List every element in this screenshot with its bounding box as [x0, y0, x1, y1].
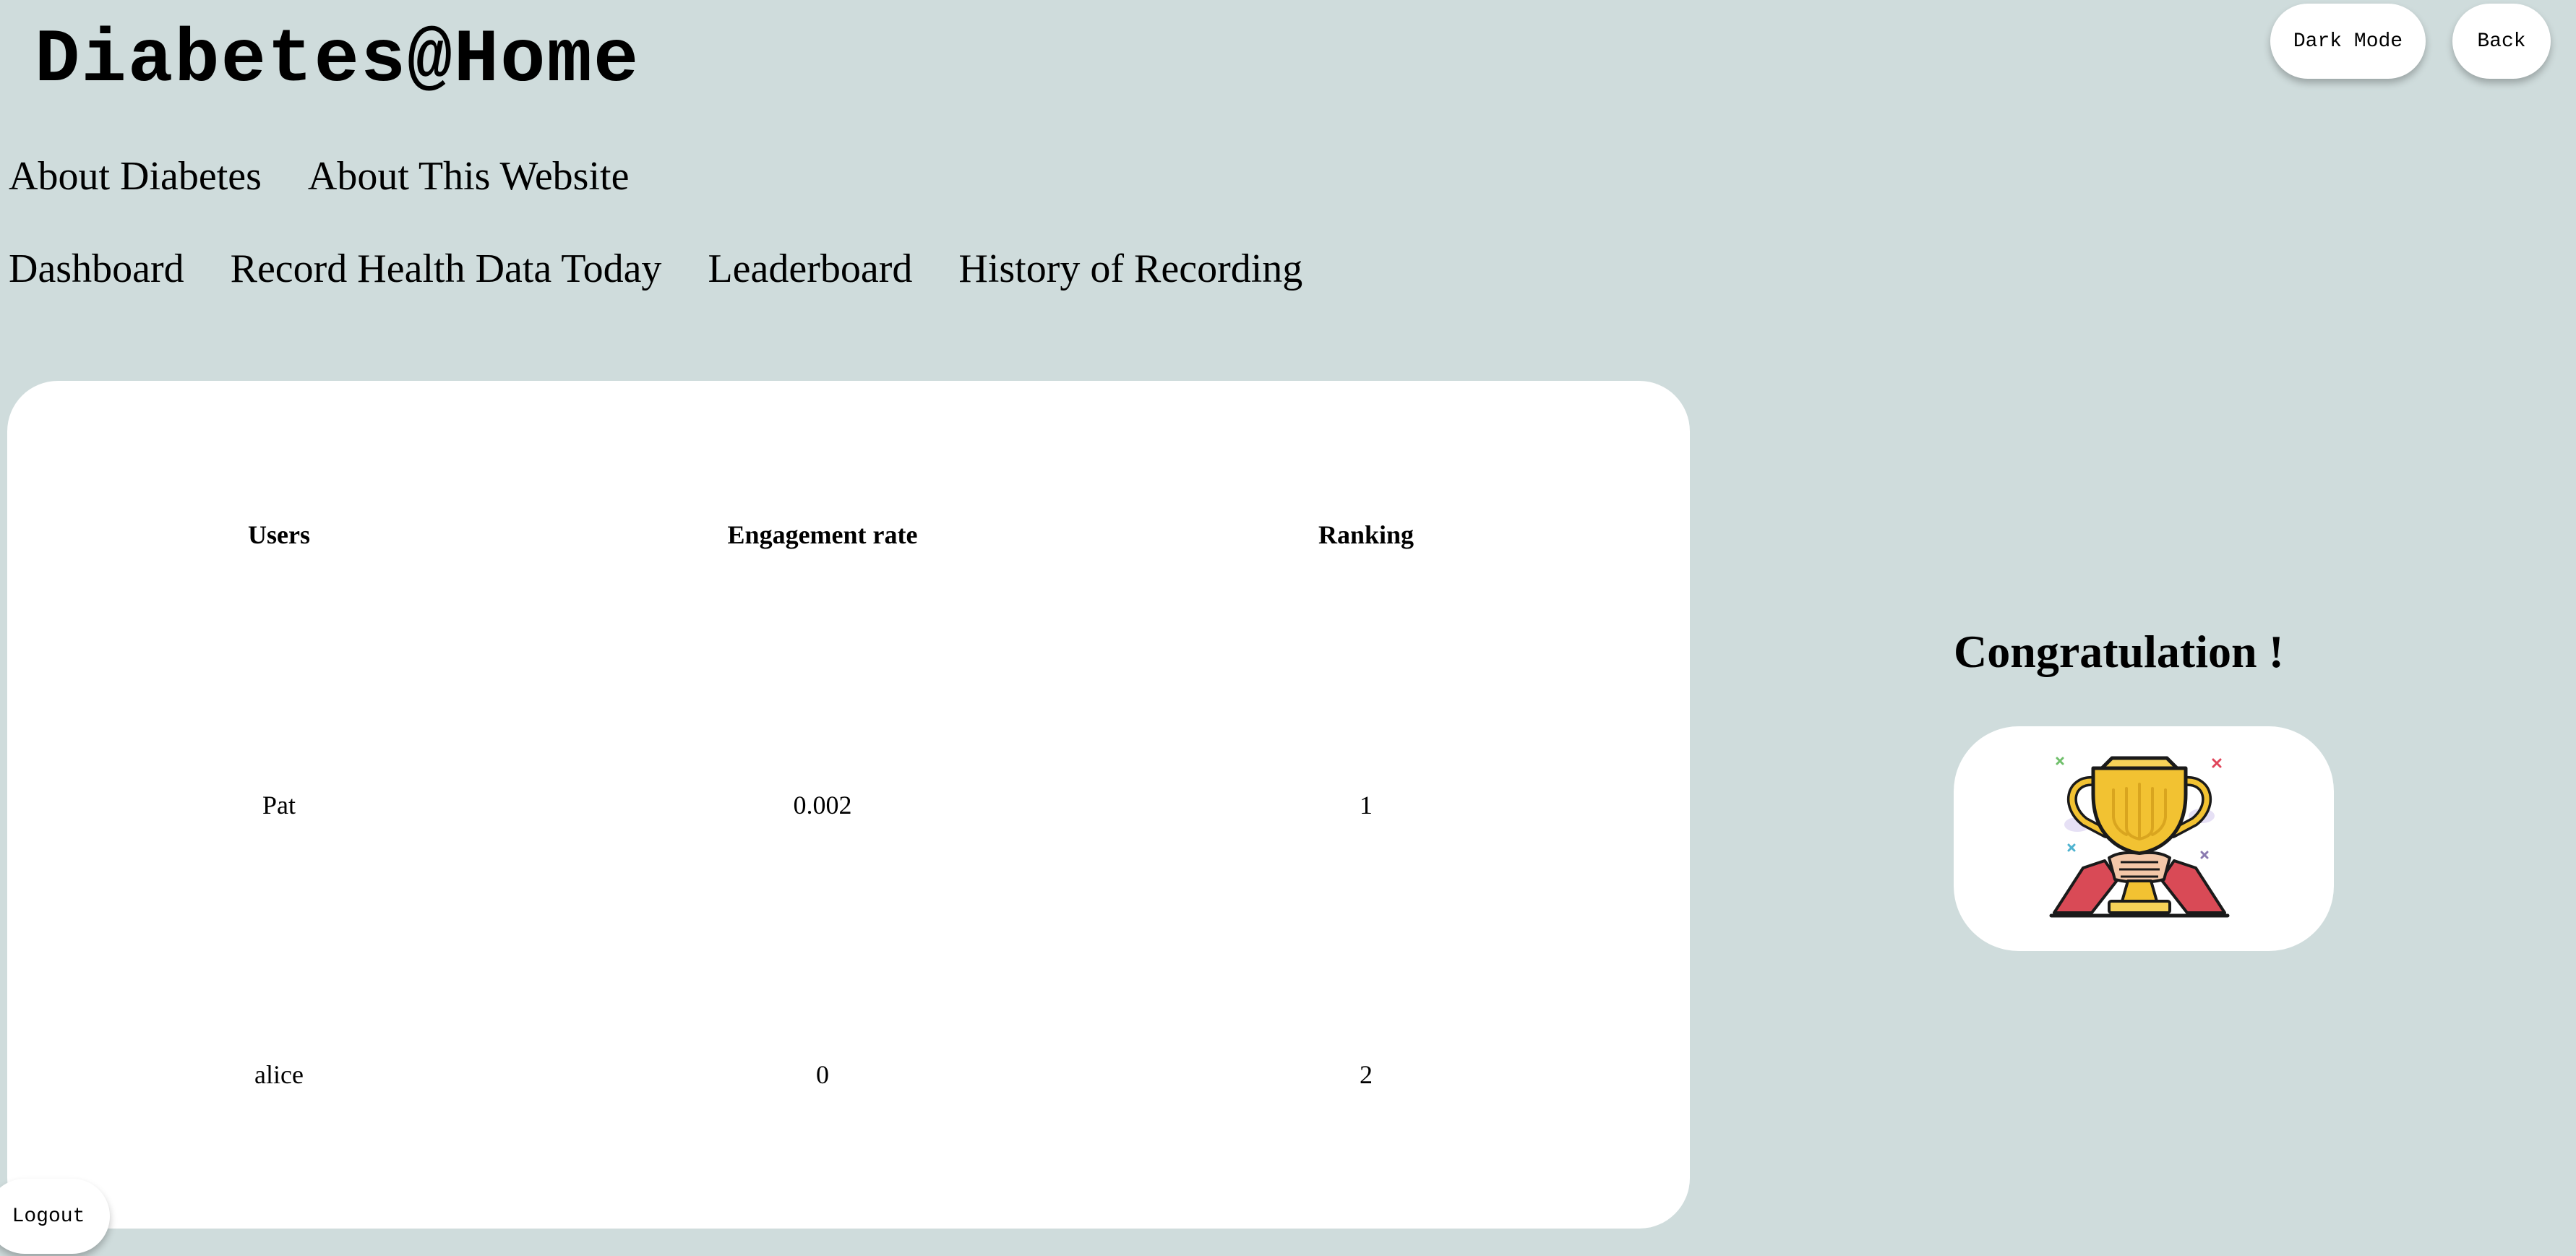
ranking-cell: 1 — [1360, 791, 1373, 820]
congratulation-heading: Congratulation ! — [1954, 626, 2284, 677]
app-title: Diabetes@Home — [35, 18, 640, 103]
nav-link-about-this-website[interactable]: About This Website — [308, 153, 630, 199]
column-header-users: Users — [248, 520, 310, 549]
nav-link-dashboard[interactable]: Dashboard — [9, 246, 184, 292]
trophy-card — [1954, 726, 2334, 951]
engagement-rate-cell: 0.002 — [793, 791, 852, 820]
page: { "header": { "app_title": "Diabetes@Hom… — [0, 0, 2576, 1256]
nav-link-history-of-recording[interactable]: History of Recording — [958, 246, 1302, 292]
user-cell: alice — [254, 1060, 304, 1089]
dark-mode-button[interactable]: Dark Mode — [2270, 4, 2426, 79]
nav-link-about-diabetes[interactable]: About Diabetes — [9, 153, 262, 199]
user-nav: Dashboard Record Health Data Today Leade… — [9, 246, 1302, 292]
user-cell: Pat — [262, 791, 296, 820]
column-header-engagement-rate: Engagement rate — [727, 520, 918, 549]
ranking-cell: 2 — [1360, 1060, 1373, 1089]
info-nav: About Diabetes About This Website — [9, 153, 629, 199]
column-header-ranking: Ranking — [1318, 520, 1414, 549]
logout-button[interactable]: Logout — [0, 1179, 110, 1254]
table-header-row: Users Engagement rate Ranking — [7, 519, 1690, 551]
table-row: alice 0 2 — [7, 1059, 1690, 1091]
table-row: Pat 0.002 1 — [7, 789, 1690, 821]
nav-link-leaderboard[interactable]: Leaderboard — [708, 246, 912, 292]
leaderboard-table: Users Engagement rate Ranking Pat 0.002 … — [7, 381, 1690, 1229]
engagement-rate-cell: 0 — [816, 1060, 829, 1089]
nav-link-record-health-data[interactable]: Record Health Data Today — [231, 246, 662, 292]
back-button[interactable]: Back — [2452, 4, 2551, 79]
trophy-icon — [2049, 756, 2230, 918]
